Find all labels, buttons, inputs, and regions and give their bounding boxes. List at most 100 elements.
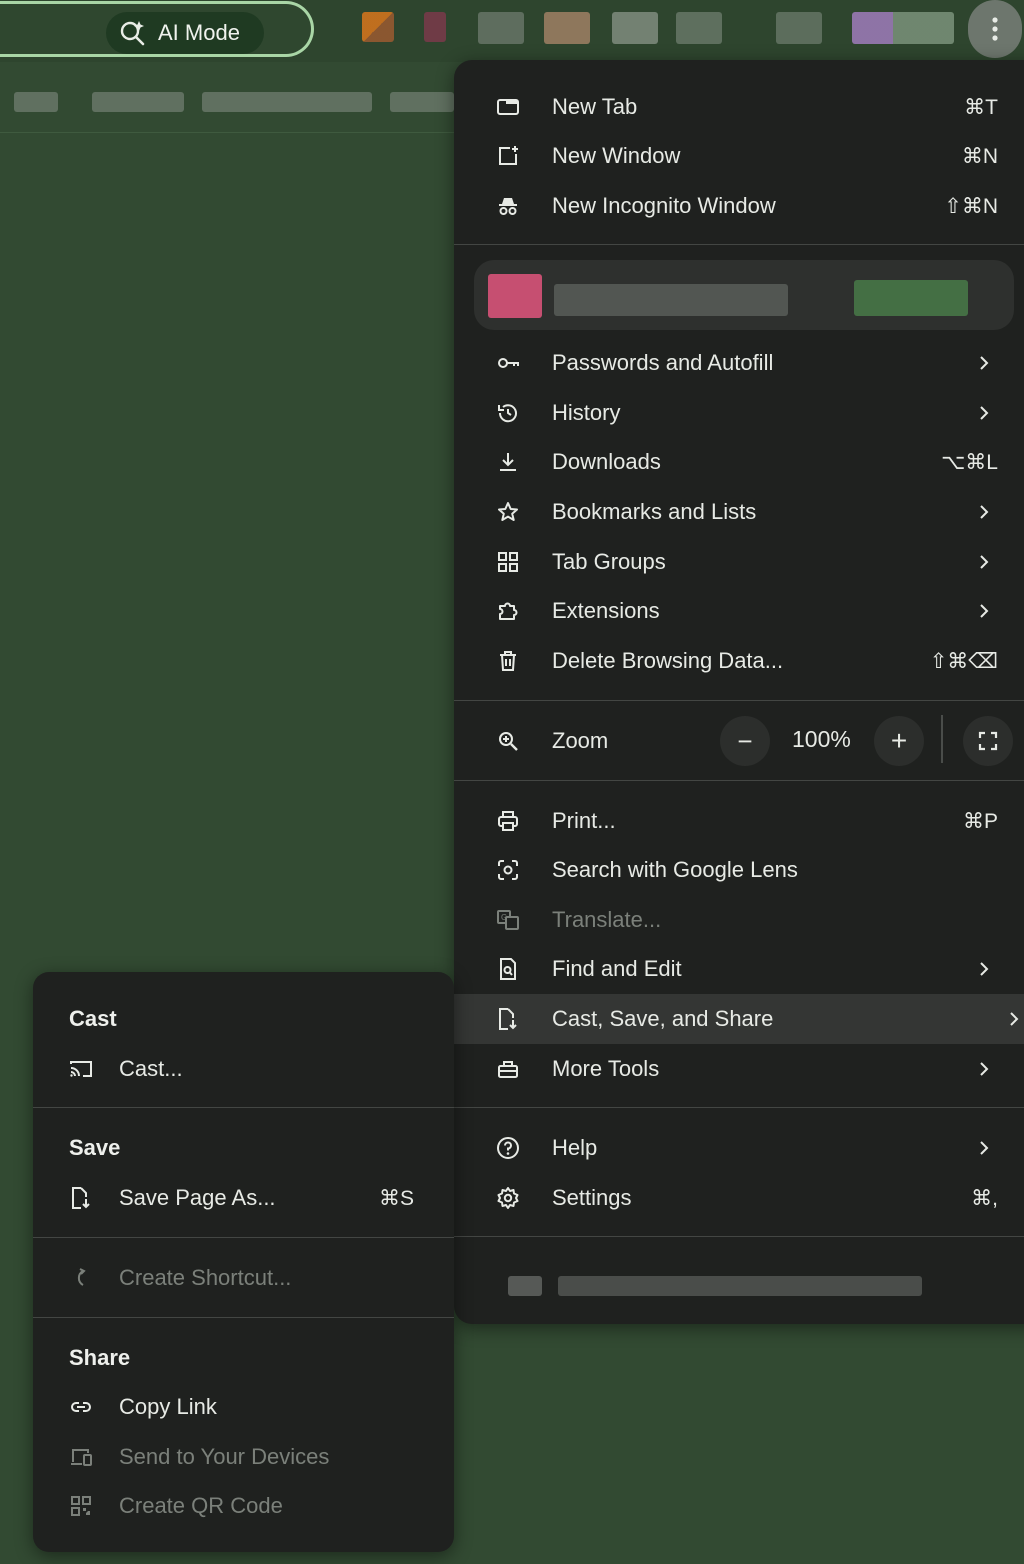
chevron-right-icon <box>980 604 989 618</box>
menu-separator <box>454 780 1024 781</box>
submenu-item-save-page-as[interactable]: Save Page As... ⌘S <box>33 1173 454 1223</box>
section-heading-save: Save <box>69 1135 121 1160</box>
gear-icon <box>497 1187 519 1209</box>
search-box-ai-mode[interactable]: AI Mode <box>0 1 314 57</box>
managed-text <box>558 1276 922 1296</box>
menu-item-new-incognito-window[interactable]: New Incognito Window ⇧⌘N <box>454 181 1024 231</box>
profile-avatar <box>488 274 542 318</box>
svg-text:G: G <box>501 913 507 922</box>
menu-item-passwords-and-autofill[interactable]: Passwords and Autofill <box>454 338 1024 388</box>
trash-icon <box>500 651 516 671</box>
menu-item-help[interactable]: Help <box>454 1123 1024 1173</box>
menu-item-new-window[interactable]: New Window ⌘N <box>454 131 1024 181</box>
extension-icon[interactable] <box>612 12 658 44</box>
menu-item-extensions[interactable]: Extensions <box>454 586 1024 636</box>
menu-item-downloads[interactable]: Downloads ⌥⌘L <box>454 437 1024 487</box>
print-icon <box>498 811 518 831</box>
fullscreen-button[interactable] <box>963 716 1013 766</box>
section-heading-cast: Cast <box>69 1006 117 1031</box>
tab-strip: AI Mode <box>0 0 1024 62</box>
menu-item-delete-browsing-data[interactable]: Delete Browsing Data... ⇧⌘⌫ <box>454 636 1024 686</box>
bookmark-item[interactable] <box>390 92 454 112</box>
submenu-separator <box>33 1237 454 1238</box>
star-icon <box>498 502 518 521</box>
submenu-item-copy-link[interactable]: Copy Link <box>33 1382 454 1432</box>
zoom-in-button[interactable]: + <box>874 716 924 766</box>
menu-item-tab-groups[interactable]: Tab Groups <box>454 537 1024 587</box>
menu-separator <box>454 244 1024 245</box>
bookmark-item[interactable] <box>14 92 58 112</box>
menu-item-print[interactable]: Print... ⌘P <box>454 796 1024 846</box>
link-icon <box>71 1402 91 1412</box>
new-tab-icon <box>497 99 519 115</box>
chevron-right-icon <box>1010 1012 1019 1026</box>
more-vertical-icon <box>992 17 998 41</box>
extension-icon[interactable] <box>362 12 394 42</box>
toolbox-icon <box>498 1061 518 1078</box>
menu-item-google-lens[interactable]: Search with Google Lens <box>454 845 1024 895</box>
chevron-right-icon <box>980 505 989 519</box>
cast-icon <box>70 1061 92 1077</box>
bookmark-bar <box>0 70 460 133</box>
menu-item-bookmarks-and-lists[interactable]: Bookmarks and Lists <box>454 487 1024 537</box>
key-icon <box>498 358 519 368</box>
menu-separator <box>454 1236 1024 1237</box>
managed-icon <box>508 1276 542 1296</box>
zoom-level: 100% <box>792 726 851 752</box>
submenu-item-create-qr-code: Create QR Code <box>33 1481 454 1531</box>
profile-avatar[interactable] <box>852 12 954 44</box>
menu-item-find-and-edit[interactable]: Find and Edit <box>454 944 1024 994</box>
submenu-separator <box>33 1107 454 1108</box>
profile-row[interactable] <box>474 260 1014 330</box>
menu-separator <box>454 1107 1024 1108</box>
ai-mode-button[interactable]: AI Mode <box>106 12 264 54</box>
fullscreen-icon <box>978 731 998 751</box>
lens-icon <box>498 860 518 880</box>
cast-save-icon <box>499 1008 517 1030</box>
chevron-right-icon <box>980 356 989 370</box>
download-icon <box>500 453 516 471</box>
shortcut-icon <box>77 1268 86 1286</box>
section-heading-share: Share <box>69 1345 131 1370</box>
help-icon <box>497 1137 519 1159</box>
qr-code-icon <box>71 1496 91 1516</box>
tab-groups-icon <box>498 552 518 572</box>
menu-item-more-tools[interactable]: More Tools <box>454 1044 1024 1094</box>
extension-icon[interactable] <box>544 12 590 44</box>
chevron-right-icon <box>980 406 989 420</box>
history-icon <box>498 404 517 423</box>
puzzle-icon <box>499 602 518 620</box>
extension-icon[interactable] <box>424 12 446 42</box>
menu-separator <box>454 700 1024 701</box>
find-icon <box>500 958 516 980</box>
menu-item-settings[interactable]: Settings ⌘, <box>454 1173 1024 1223</box>
profile-status-badge <box>854 280 968 316</box>
zoom-divider <box>941 715 943 763</box>
submenu-item-cast[interactable]: Cast... <box>33 1044 454 1094</box>
submenu-item-create-shortcut: Create Shortcut... <box>33 1253 454 1303</box>
chevron-right-icon <box>980 555 989 569</box>
menu-item-history[interactable]: History <box>454 388 1024 438</box>
managed-by-notice[interactable] <box>454 1262 1024 1312</box>
ai-search-sparkle-icon <box>120 21 145 46</box>
extension-icon[interactable] <box>478 12 524 44</box>
cast-save-share-submenu: Cast Cast... Save Save Page As... ⌘S Cre… <box>33 972 454 1552</box>
ai-mode-label: AI Mode <box>158 20 240 45</box>
chrome-main-menu: New Tab ⌘T New Window ⌘N New Incognito W… <box>454 60 1024 1324</box>
bookmark-item[interactable] <box>92 92 184 112</box>
zoom-out-button[interactable]: − <box>720 716 770 766</box>
extension-icon[interactable] <box>676 12 722 44</box>
chevron-right-icon <box>980 962 989 976</box>
menu-item-cast-save-and-share[interactable]: Cast, Save, and Share <box>454 994 1024 1044</box>
devices-icon <box>71 1449 92 1466</box>
extension-icon[interactable] <box>776 12 822 44</box>
translate-icon: G <box>497 910 519 930</box>
menu-item-new-tab[interactable]: New Tab ⌘T <box>454 82 1024 132</box>
browser-menu-button[interactable] <box>968 0 1022 58</box>
submenu-separator <box>33 1317 454 1318</box>
new-window-icon <box>499 146 518 165</box>
bookmark-item[interactable] <box>202 92 372 112</box>
submenu-item-send-to-devices: Send to Your Devices <box>33 1432 454 1482</box>
chevron-right-icon <box>980 1062 989 1076</box>
profile-name <box>554 284 788 316</box>
